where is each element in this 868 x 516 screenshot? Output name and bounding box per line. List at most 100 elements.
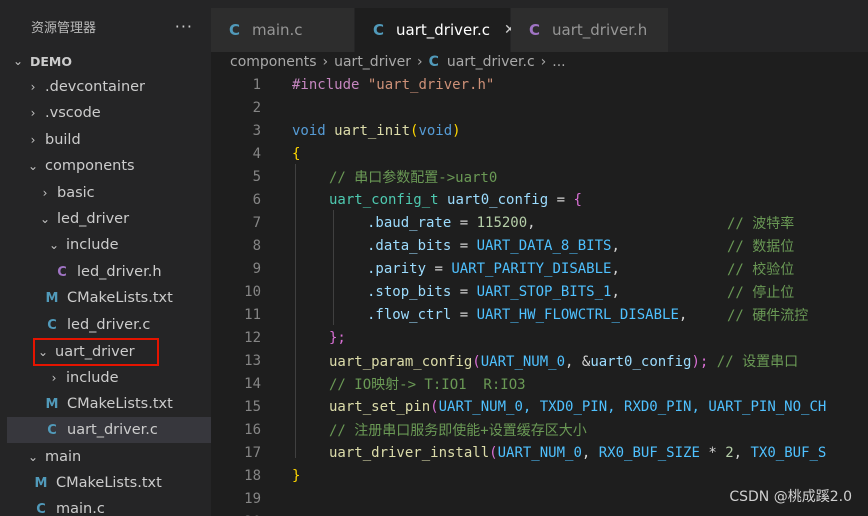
- c-file-icon: C: [57, 264, 67, 280]
- more-actions-icon[interactable]: ···: [175, 17, 193, 36]
- line-number: 12: [244, 329, 261, 346]
- line-number: 2: [252, 99, 261, 116]
- code-comment: // 硬件流控: [727, 307, 809, 324]
- breadcrumb-file[interactable]: uart_driver.c: [447, 54, 535, 70]
- chevron-right-icon: ›: [540, 54, 547, 70]
- file-led-driver-c[interactable]: C led_driver.c: [7, 312, 211, 338]
- breadcrumb-components[interactable]: components: [230, 54, 317, 70]
- file-main-c[interactable]: C main.c: [7, 496, 211, 516]
- indent-guide: [333, 210, 334, 325]
- c-file-icon: C: [229, 21, 241, 39]
- folder-main[interactable]: ⌄ main: [7, 444, 211, 470]
- chevron-right-icon: ›: [42, 186, 48, 200]
- tree-item-label: led_driver.h: [77, 264, 162, 280]
- tree-item-label: main: [45, 449, 82, 465]
- indent-guide: [295, 164, 296, 458]
- code-line: #include "uart_driver.h": [292, 76, 495, 93]
- tree-item-label: include: [66, 237, 119, 253]
- tab-label: uart_driver.c: [396, 21, 491, 39]
- line-number: 6: [252, 191, 261, 208]
- code-line: };: [329, 329, 346, 346]
- tree-item-label: led_driver: [57, 211, 130, 227]
- chevron-right-icon: ›: [417, 54, 423, 70]
- code-line: .flow_ctrl = UART_HW_FLOWCTRL_DISABLE,: [367, 306, 688, 323]
- code-line: {: [292, 145, 301, 162]
- line-number: 3: [252, 122, 261, 139]
- file-uart-driver-c[interactable]: C uart_driver.c: [7, 417, 211, 443]
- tab-bar: C main.c C uart_driver.c ✕ C uart_driver…: [211, 0, 868, 52]
- tree-item-label: CMakeLists.txt: [67, 396, 173, 412]
- folder-devcontainer[interactable]: › .devcontainer: [7, 74, 211, 100]
- chevron-right-icon: ›: [30, 133, 36, 147]
- code-line: // 串口参数配置->uart0: [329, 169, 498, 186]
- file-led-driver-h[interactable]: C led_driver.h: [7, 259, 211, 285]
- code-line: uart_set_pin(UART_NUM_0, TXD0_PIN, RXD0_…: [329, 398, 827, 415]
- chevron-down-icon: ⌄: [48, 238, 60, 252]
- c-file-icon: C: [36, 501, 46, 516]
- chevron-right-icon: ›: [322, 54, 329, 70]
- code-line: uart_driver_install(UART_NUM_0, RX0_BUF_…: [329, 444, 827, 461]
- line-number: 7: [252, 214, 261, 231]
- line-number: 8: [252, 237, 261, 254]
- tab-uart-driver-h[interactable]: C uart_driver.h: [511, 8, 668, 52]
- tree-item-label: build: [45, 132, 81, 148]
- c-file-icon: C: [47, 317, 57, 333]
- tree-item-label: include: [66, 370, 119, 386]
- folder-led-driver[interactable]: ⌄ led_driver: [7, 206, 211, 232]
- file-cmakelists-uart[interactable]: M CMakeLists.txt: [7, 391, 211, 417]
- line-number: 4: [252, 145, 261, 162]
- line-number: 5: [252, 168, 261, 185]
- tree-item-label: components: [45, 158, 135, 174]
- tab-uart-driver-c[interactable]: C uart_driver.c ✕: [355, 8, 516, 52]
- code-comment: // 数据位: [727, 238, 795, 255]
- code-line: uart_config_t uart0_config = {: [329, 191, 582, 208]
- folder-include[interactable]: ⌄ include: [7, 232, 211, 258]
- code-line: uart_param_config(UART_NUM_0, &uart0_con…: [329, 353, 799, 370]
- line-number: 1: [252, 76, 261, 93]
- code-editor[interactable]: 1 #include "uart_driver.h" 2 3 void uart…: [211, 72, 868, 516]
- file-cmakelists-main[interactable]: M CMakeLists.txt: [7, 470, 211, 496]
- tab-label: uart_driver.h: [552, 21, 648, 39]
- tree-item-label: uart_driver.c: [67, 422, 158, 438]
- root-folder-demo[interactable]: ⌄ DEMO: [7, 48, 211, 74]
- line-number: 9: [252, 260, 261, 277]
- folder-uart-driver[interactable]: ⌄ uart_driver: [7, 339, 211, 365]
- root-folder-label: DEMO: [30, 53, 72, 69]
- tree-item-label: main.c: [56, 501, 105, 516]
- explorer-title: 资源管理器: [31, 20, 97, 36]
- code-line: // 注册串口服务即使能+设置缓存区大小: [329, 422, 587, 439]
- chevron-down-icon: ⌄: [39, 212, 51, 226]
- chevron-right-icon: ›: [30, 106, 36, 120]
- cmake-file-icon: M: [45, 290, 59, 306]
- line-number: 19: [244, 490, 261, 507]
- folder-build[interactable]: › build: [7, 127, 211, 153]
- explorer-sidebar: 资源管理器 ··· ⌄ DEMO › .devcontainer › .vsco…: [0, 0, 211, 516]
- code-line: }: [292, 467, 301, 484]
- line-number: 17: [244, 444, 261, 461]
- tree-item-label: uart_driver: [55, 344, 135, 360]
- watermark: CSDN @桃成蹊2.0: [729, 489, 852, 505]
- tab-main-c[interactable]: C main.c: [211, 8, 354, 52]
- c-file-icon: C: [373, 21, 385, 39]
- folder-components[interactable]: ⌄ components: [7, 153, 211, 179]
- code-line: .stop_bits = UART_STOP_BITS_1,: [367, 283, 620, 300]
- folder-vscode[interactable]: › .vscode: [7, 100, 211, 126]
- code-line: .parity = UART_PARITY_DISABLE,: [367, 260, 620, 277]
- line-number: 16: [244, 421, 261, 438]
- folder-uart-include[interactable]: › include: [7, 365, 211, 391]
- c-file-icon: C: [47, 422, 57, 438]
- folder-basic[interactable]: › basic: [7, 180, 211, 206]
- tree-item-label: CMakeLists.txt: [67, 290, 173, 306]
- chevron-down-icon: ⌄: [27, 159, 39, 173]
- breadcrumb-uart-driver[interactable]: uart_driver: [334, 54, 411, 70]
- code-comment: // 波特率: [727, 215, 795, 232]
- file-cmakelists-led[interactable]: M CMakeLists.txt: [7, 285, 211, 311]
- tree-item-label: basic: [57, 185, 95, 201]
- chevron-down-icon: ⌄: [12, 54, 24, 68]
- code-comment: // 停止位: [727, 284, 795, 301]
- line-number: 14: [244, 375, 261, 392]
- cmake-file-icon: M: [45, 396, 59, 412]
- code-comment: // 校验位: [727, 261, 795, 278]
- tree-item-label: .devcontainer: [45, 79, 146, 95]
- breadcrumb-symbol[interactable]: ...: [552, 54, 565, 70]
